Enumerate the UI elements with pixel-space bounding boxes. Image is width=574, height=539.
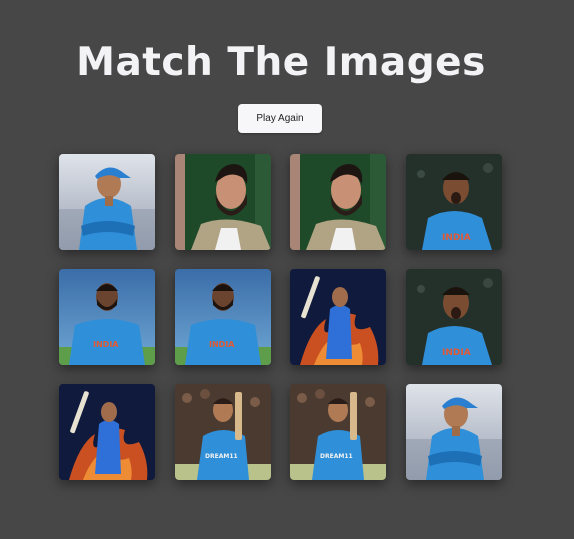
page-title: Match The Images: [76, 40, 486, 85]
card-image-celebrating[interactable]: INDIA: [405, 154, 502, 250]
card-image-portrait-stadium[interactable]: INDIA: [174, 269, 271, 365]
card-image-cap-arms-crossed[interactable]: [59, 154, 155, 250]
svg-text:INDIA: INDIA: [442, 348, 471, 358]
card-image-celebrating[interactable]: INDIA: [405, 269, 502, 365]
card-image-holding-bat[interactable]: DREAM11: [290, 384, 386, 480]
card-image-portrait-stadium[interactable]: INDIA: [59, 269, 155, 365]
svg-text:INDIA: INDIA: [93, 340, 119, 349]
svg-text:INDIA: INDIA: [209, 340, 235, 349]
svg-text:DREAM11: DREAM11: [320, 453, 353, 460]
game-page: Match The Images Play Again INDIA INDIA …: [0, 0, 574, 539]
play-again-button[interactable]: Play Again: [238, 104, 322, 133]
card-image-beard-green[interactable]: [174, 154, 271, 250]
svg-text:DREAM11: DREAM11: [205, 453, 238, 460]
card-image-bat-fire[interactable]: [290, 269, 386, 365]
card-image-beard-green[interactable]: [290, 154, 386, 250]
card-image-holding-bat[interactable]: DREAM11: [174, 384, 271, 480]
svg-text:INDIA: INDIA: [442, 233, 471, 243]
card-image-cap-arms-crossed[interactable]: [405, 384, 502, 480]
card-image-bat-fire[interactable]: [59, 384, 155, 480]
card-grid: INDIA INDIA INDIA INDIA DREAM11 DREAM11: [59, 154, 502, 480]
